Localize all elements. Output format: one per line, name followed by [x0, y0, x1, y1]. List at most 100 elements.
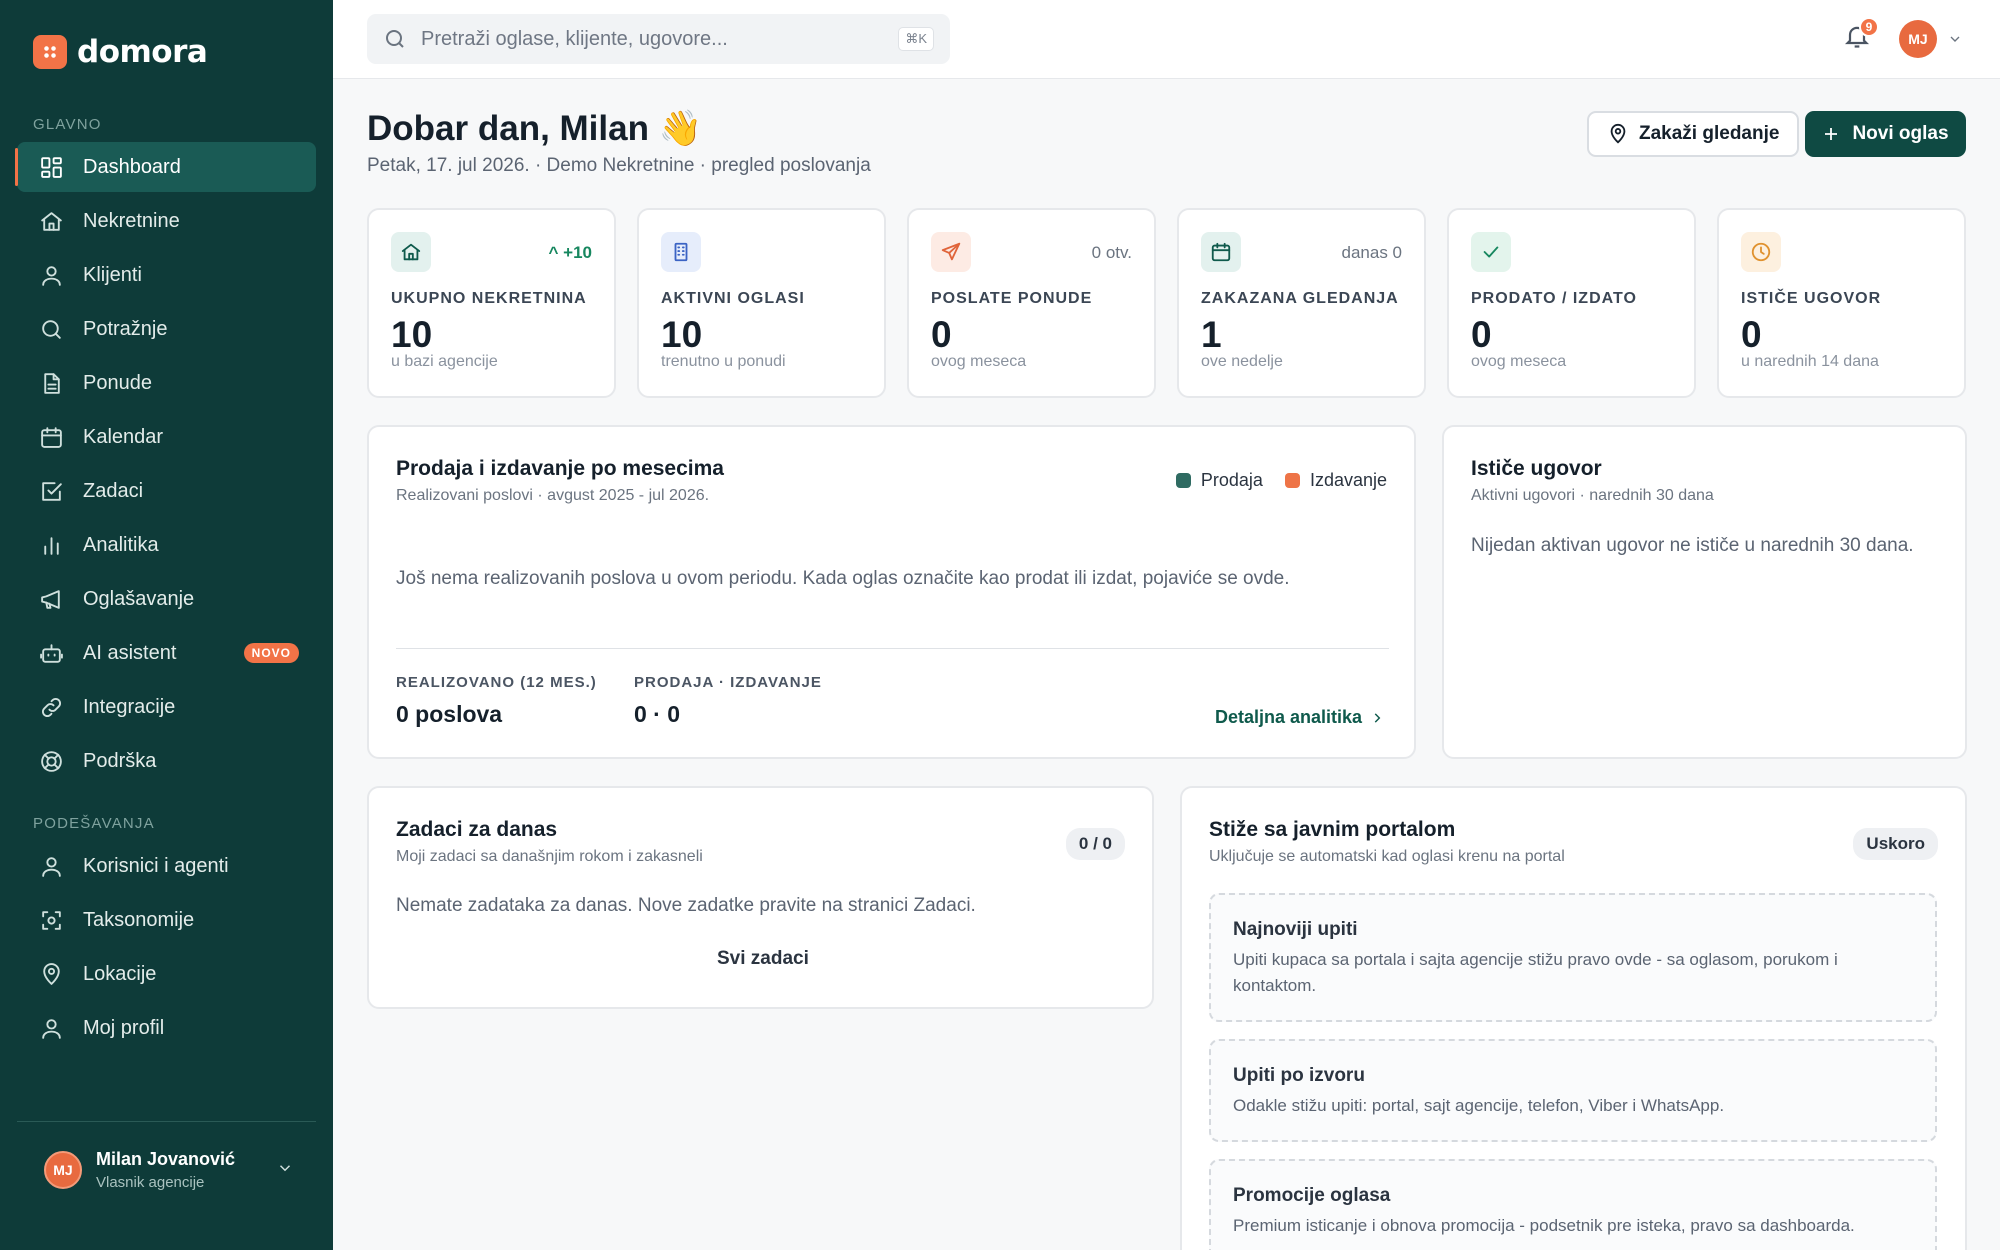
check-icon	[1471, 232, 1511, 272]
legend-label: Prodaja	[1200, 470, 1263, 490]
section-label-main: GLAVNO	[33, 116, 102, 133]
schedule-viewing-button[interactable]: Zakaži gledanje	[1587, 111, 1800, 157]
avatar: MJ	[44, 1151, 82, 1189]
empty-state-text: Nemate zadataka za danas. Nove zadatke p…	[396, 895, 976, 916]
new-badge: NOVO	[243, 643, 299, 663]
stat-label: ZAKAZANA GLEDANJA	[1201, 290, 1399, 307]
coming-soon-badge: Uskoro	[1853, 828, 1938, 860]
sidebar-item-lokacije[interactable]: Lokacije	[17, 949, 316, 999]
legend-item-sales: Prodaja	[1175, 470, 1263, 491]
all-tasks-link[interactable]: Svi zadaci	[717, 948, 809, 970]
stat-card-sold-rented[interactable]: PRODATO / IZDATO 0 ovog meseca	[1447, 208, 1696, 398]
sidebar-item-label: Podrška	[83, 749, 157, 772]
stat-hint: ove nedelje	[1201, 353, 1283, 370]
profile-icon	[42, 1018, 61, 1039]
stat-card-active-listings[interactable]: AKTIVNI OGLASI 10 trenutno u ponudi	[637, 208, 886, 398]
megaphone-icon	[41, 589, 60, 609]
search-icon	[386, 30, 404, 48]
stat-card-scheduled-viewings[interactable]: danas 0 ZAKAZANA GLEDANJA 1 ove nedelje	[1177, 208, 1426, 398]
map-pin-icon	[1610, 123, 1626, 144]
chevron-right-icon	[1374, 712, 1381, 723]
brand-logo[interactable]: domora	[33, 34, 208, 70]
stat-card-expiring-contracts[interactable]: ISTIČE UGOVOR 0 u narednih 14 dana	[1717, 208, 1966, 398]
send-icon	[931, 232, 971, 272]
chevron-down-icon[interactable]	[276, 1159, 294, 1177]
search-icon	[42, 319, 61, 339]
sidebar-item-dashboard[interactable]: Dashboard	[15, 142, 316, 192]
user-name: Milan Jovanović	[96, 1149, 236, 1169]
sidebar-item-taksonomije[interactable]: Taksonomije	[17, 895, 316, 945]
sidebar-item-potraznje[interactable]: Potražnje	[17, 304, 316, 354]
tag-scan-icon	[42, 910, 61, 930]
sidebar-item-integracije[interactable]: Integracije	[17, 682, 316, 732]
user-menu[interactable]: MJ Milan Jovanović Vlasnik agencije	[44, 1149, 294, 1191]
search-input[interactable]	[421, 27, 881, 51]
portal-feature-listing-promotions: Promocije oglasa Premium isticanje i obn…	[1209, 1159, 1937, 1250]
sidebar-item-podrska[interactable]: Podrška	[17, 736, 316, 786]
sidebar-item-label: Moj profil	[83, 1016, 165, 1039]
card-title: Ističe ugovor	[1471, 457, 1602, 480]
lifebuoy-icon	[41, 750, 62, 772]
search-bar[interactable]: ⌘K	[367, 14, 950, 64]
empty-state-text: Još nema realizovanih poslova u ovom per…	[396, 568, 1290, 589]
new-listing-button[interactable]: Novi oglas	[1805, 111, 1966, 157]
detailed-analytics-link[interactable]: Detaljna analitika	[1215, 707, 1384, 728]
feature-title: Najnoviji upiti	[1233, 919, 1358, 940]
sidebar-item-korisnici[interactable]: Korisnici i agenti	[17, 841, 316, 891]
avatar[interactable]: MJ	[1899, 20, 1937, 58]
stat-label: PRODATO / IZDATO	[1471, 290, 1637, 307]
stat-hint: ovog meseca	[931, 353, 1027, 370]
sidebar-item-label: Taksonomije	[83, 908, 195, 931]
calendar-icon	[1201, 232, 1241, 272]
stat-value: 0	[1471, 314, 1492, 355]
chevron-down-icon[interactable]	[1947, 31, 1963, 47]
sidebar-item-analitika[interactable]: Analitika	[17, 520, 316, 570]
stat-card-total-properties[interactable]: ^ +10 UKUPNO NEKRETNINA 10 u bazi agenci…	[367, 208, 616, 398]
sidebar-item-zadaci[interactable]: Zadaci	[17, 466, 316, 516]
empty-state-text: Nijedan aktivan ugovor ne ističe u nared…	[1471, 535, 1914, 556]
feature-title: Upiti po izvoru	[1233, 1065, 1365, 1086]
notifications-button[interactable]: 9	[1843, 17, 1879, 56]
stat-label: POSLATE PONUDE	[931, 290, 1093, 307]
feature-text: Upiti kupaca sa portala i sajta agencije…	[1233, 950, 1838, 995]
card-subtitle: Uključuje se automatski kad oglasi krenu…	[1209, 848, 1565, 865]
stat-delta: 0 otv.	[1091, 243, 1132, 262]
divider	[396, 648, 1389, 649]
metric-label-realized: REALIZOVANO (12 MES.)	[396, 674, 597, 691]
sidebar-item-label: Ponude	[83, 371, 152, 394]
stat-hint: u bazi agencije	[391, 353, 498, 370]
expiring-contracts-card: Ističe ugovor Aktivni ugovori · narednih…	[1442, 425, 1967, 759]
stat-hint: trenutno u ponudi	[661, 353, 786, 370]
card-subtitle: Aktivni ugovori · narednih 30 dana	[1471, 487, 1714, 504]
stat-value: 10	[391, 314, 433, 355]
card-title: Prodaja i izdavanje po mesecima	[396, 457, 724, 480]
sidebar-item-kalendar[interactable]: Kalendar	[17, 412, 316, 462]
metric-value-realized: 0 poslova	[396, 701, 503, 727]
sidebar-item-label: Dashboard	[83, 155, 181, 178]
stat-label: UKUPNO NEKRETNINA	[391, 290, 587, 307]
feature-title: Promocije oglasa	[1233, 1185, 1391, 1206]
sidebar-item-nekretnine[interactable]: Nekretnine	[17, 196, 316, 246]
plus-icon	[1825, 128, 1838, 140]
stat-delta: ^ +10	[548, 243, 593, 262]
document-icon	[44, 372, 60, 394]
user-icon	[42, 265, 61, 286]
topbar: ⌘K 9 MJ	[333, 0, 2000, 79]
sidebar-divider	[17, 1121, 316, 1122]
main-nav: Dashboard Nekretnine Klijenti Potražnje …	[15, 142, 316, 790]
sidebar-item-ponude[interactable]: Ponude	[17, 358, 316, 408]
sidebar-item-klijenti[interactable]: Klijenti	[17, 250, 316, 300]
stat-value: 1	[1201, 314, 1222, 355]
sidebar-item-oglasavanje[interactable]: Oglašavanje	[17, 574, 316, 624]
sidebar-item-moj-profil[interactable]: Moj profil	[17, 1003, 316, 1053]
new-listing-label: Novi oglas	[1852, 123, 1949, 144]
sidebar-item-ai-asistent[interactable]: AI asistent NOVO	[17, 628, 316, 678]
checkbox-icon	[42, 481, 62, 501]
card-subtitle: Moji zadaci sa današnjim rokom i zakasne…	[396, 848, 703, 865]
page-title: Dobar dan, Milan 👋	[367, 109, 703, 148]
sidebar-item-label: Kalendar	[83, 425, 164, 448]
sidebar-item-label: Oglašavanje	[83, 587, 195, 610]
feature-text: Odakle stižu upiti: portal, sajt agencij…	[1233, 1096, 1725, 1115]
sidebar-item-label: Analitika	[83, 533, 159, 556]
stat-card-sent-offers[interactable]: 0 otv. POSLATE PONUDE 0 ovog meseca	[907, 208, 1156, 398]
